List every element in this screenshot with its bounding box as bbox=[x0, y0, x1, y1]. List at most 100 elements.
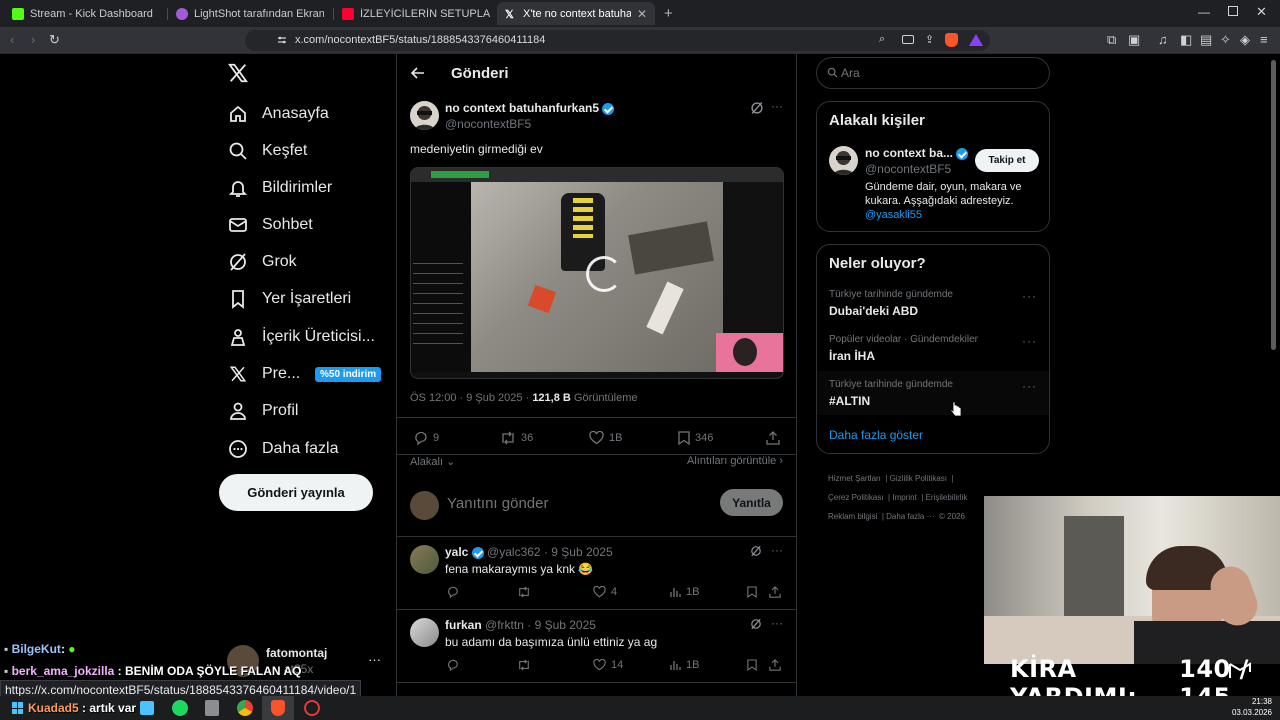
post-author-name[interactable]: no context batuhanfurkan5 bbox=[445, 101, 615, 115]
tab-kick[interactable]: Stream - Kick Dashboard bbox=[4, 2, 166, 25]
views-button[interactable]: 1B bbox=[669, 586, 699, 598]
share-button[interactable] bbox=[769, 659, 781, 671]
search-box[interactable] bbox=[816, 57, 1050, 89]
sidebar-icon[interactable]: ◧ bbox=[1180, 32, 1192, 48]
footer-accessibility-link[interactable]: Erişilebilirlik bbox=[926, 493, 968, 502]
trend-item[interactable]: Türkiye tarihinde gündemde #ALTIN ··· bbox=[817, 371, 1049, 415]
nav-profile[interactable]: Profil bbox=[227, 396, 298, 426]
post-author-handle[interactable]: @nocontextBF5 bbox=[445, 117, 531, 131]
tab-x-active[interactable]: 𝕏 X'te no context batuhanfurkan5: ✕ bbox=[497, 2, 655, 25]
post-video[interactable] bbox=[410, 167, 784, 379]
wallet-icon[interactable]: ▣ bbox=[1128, 32, 1140, 48]
trend-more-icon[interactable]: ··· bbox=[1022, 379, 1037, 393]
nav-notifications[interactable]: Bildirimler bbox=[227, 173, 332, 203]
maximize-icon[interactable] bbox=[1228, 6, 1238, 16]
menu-icon[interactable]: ≡ bbox=[1260, 32, 1268, 47]
reply-author-name[interactable]: furkan bbox=[445, 618, 482, 632]
reply-author-name[interactable]: yalc bbox=[445, 545, 468, 559]
forward-icon[interactable]: › bbox=[31, 32, 35, 47]
grok-analyze-icon[interactable] bbox=[750, 618, 762, 630]
footer-imprint-link[interactable]: Imprint bbox=[892, 493, 916, 502]
back-icon[interactable]: ‹ bbox=[10, 32, 14, 47]
screencast-icon[interactable] bbox=[902, 35, 914, 44]
grok-analyze-icon[interactable] bbox=[750, 545, 762, 557]
clock-date[interactable]: 03.03.2026 bbox=[1222, 708, 1272, 717]
bookmark-button[interactable] bbox=[747, 659, 757, 671]
nav-messages[interactable]: Sohbet bbox=[227, 210, 313, 240]
reply-more-icon[interactable]: ··· bbox=[771, 616, 783, 630]
like-button[interactable]: 14 bbox=[593, 659, 623, 671]
spotify-icon[interactable] bbox=[172, 700, 188, 716]
extensions-icon[interactable]: ⧉ bbox=[1107, 32, 1116, 48]
store-app-icon[interactable] bbox=[140, 701, 154, 715]
like-button[interactable]: 1B bbox=[589, 431, 622, 445]
site-settings-icon[interactable] bbox=[277, 35, 287, 45]
bookmark-button[interactable]: 346 bbox=[678, 431, 713, 445]
footer-ads-link[interactable]: Reklam bilgisi bbox=[828, 512, 877, 521]
repost-button[interactable] bbox=[517, 659, 531, 671]
reply-item[interactable]: yalc @yalc362 · 9 Şub 2025 ··· fena maka… bbox=[397, 537, 796, 609]
grok-analyze-icon[interactable] bbox=[750, 101, 764, 115]
page-scrollbar[interactable] bbox=[1271, 60, 1276, 350]
chrome-icon[interactable] bbox=[237, 700, 253, 716]
reply-input[interactable] bbox=[447, 491, 707, 515]
like-button[interactable]: 4 bbox=[593, 586, 617, 598]
brave-taskbar-active[interactable] bbox=[262, 696, 294, 720]
windows-start-icon[interactable] bbox=[12, 702, 24, 714]
back-arrow-icon[interactable] bbox=[411, 66, 425, 80]
reply-avatar[interactable] bbox=[410, 618, 439, 647]
search-input[interactable] bbox=[841, 64, 1031, 82]
x-logo-icon[interactable] bbox=[227, 62, 249, 84]
tab-youtube[interactable]: İZLEYİCİLERİN SETUPLARINA BAKIYO bbox=[334, 2, 498, 25]
nav-home[interactable]: Anasayfa bbox=[227, 99, 329, 129]
trend-more-icon[interactable]: ··· bbox=[1022, 289, 1037, 303]
footer-privacy-link[interactable]: Gizlilik Politikası bbox=[890, 474, 947, 483]
nav-bookmarks[interactable]: Yer İşaretleri bbox=[227, 284, 351, 314]
nav-premium[interactable]: Pre... bbox=[227, 359, 300, 389]
new-tab-icon[interactable]: + bbox=[664, 5, 673, 22]
related-person-handle[interactable]: @nocontextBF5 bbox=[865, 162, 951, 176]
vpn-icon[interactable]: ◈ bbox=[1240, 32, 1250, 48]
share-button[interactable] bbox=[769, 586, 781, 598]
zoom-icon[interactable]: ⌕ bbox=[879, 33, 885, 46]
related-person-avatar[interactable] bbox=[829, 146, 858, 175]
minimize-icon[interactable]: — bbox=[1198, 5, 1210, 19]
footer-more-link[interactable]: Daha fazla ··· bbox=[886, 512, 934, 521]
reply-avatar[interactable] bbox=[410, 545, 439, 574]
reply-item[interactable]: furkan @frkttn · 9 Şub 2025 ··· bu adamı… bbox=[397, 610, 796, 682]
nav-more[interactable]: Daha fazla bbox=[227, 434, 339, 464]
reply-button[interactable]: 9 bbox=[414, 431, 439, 445]
view-quotes-link[interactable]: Alıntıları görüntüle › bbox=[687, 455, 783, 467]
reply-author-handle[interactable]: @yalc362 bbox=[487, 545, 541, 559]
reload-icon[interactable]: ↻ bbox=[49, 32, 60, 48]
tab-lightshot[interactable]: LightShot tarafından Ekran Görüntüs bbox=[168, 2, 332, 25]
close-window-icon[interactable]: ✕ bbox=[1256, 4, 1267, 20]
post-button[interactable]: Gönderi yayınla bbox=[219, 474, 373, 511]
calculator-icon[interactable] bbox=[205, 700, 219, 716]
bio-link[interactable]: @yasakli55 bbox=[865, 209, 922, 221]
brave-rewards-icon[interactable] bbox=[969, 34, 983, 46]
show-more-link[interactable]: Daha fazla göster bbox=[829, 428, 923, 442]
reply-more-icon[interactable]: ··· bbox=[771, 543, 783, 557]
nav-creator-studio[interactable]: İçerik Üreticisi... bbox=[227, 322, 375, 352]
repost-button[interactable] bbox=[517, 586, 531, 598]
trend-more-icon[interactable]: ··· bbox=[1022, 334, 1037, 348]
related-sort[interactable]: Alakalı ⌄ bbox=[410, 455, 455, 468]
nav-grok[interactable]: Grok bbox=[227, 247, 297, 277]
repost-button[interactable]: 36 bbox=[500, 431, 533, 445]
account-menu-icon[interactable]: ··· bbox=[368, 652, 381, 667]
nav-explore[interactable]: Keşfet bbox=[227, 136, 307, 166]
leo-ai-icon[interactable]: ✧ bbox=[1220, 32, 1231, 48]
clock-time[interactable]: 21:38 bbox=[1232, 697, 1272, 706]
views-button[interactable]: 1B bbox=[669, 659, 699, 671]
reply-button[interactable] bbox=[447, 586, 459, 598]
address-bar[interactable]: x.com/nocontextBF5/status/18885433764604… bbox=[245, 30, 990, 51]
music-icon[interactable]: ♫ bbox=[1158, 32, 1168, 47]
bookmark-button[interactable] bbox=[747, 586, 757, 598]
reply-date[interactable]: · 9 Şub 2025 bbox=[527, 618, 596, 632]
wallet-extension-icon[interactable]: ▤ bbox=[1200, 32, 1212, 48]
footer-terms-link[interactable]: Hizmet Şartları bbox=[828, 474, 881, 483]
share-button[interactable] bbox=[766, 431, 780, 445]
reply-submit-button[interactable]: Yanıtla bbox=[720, 489, 783, 516]
related-person-name[interactable]: no context ba... bbox=[865, 146, 969, 160]
